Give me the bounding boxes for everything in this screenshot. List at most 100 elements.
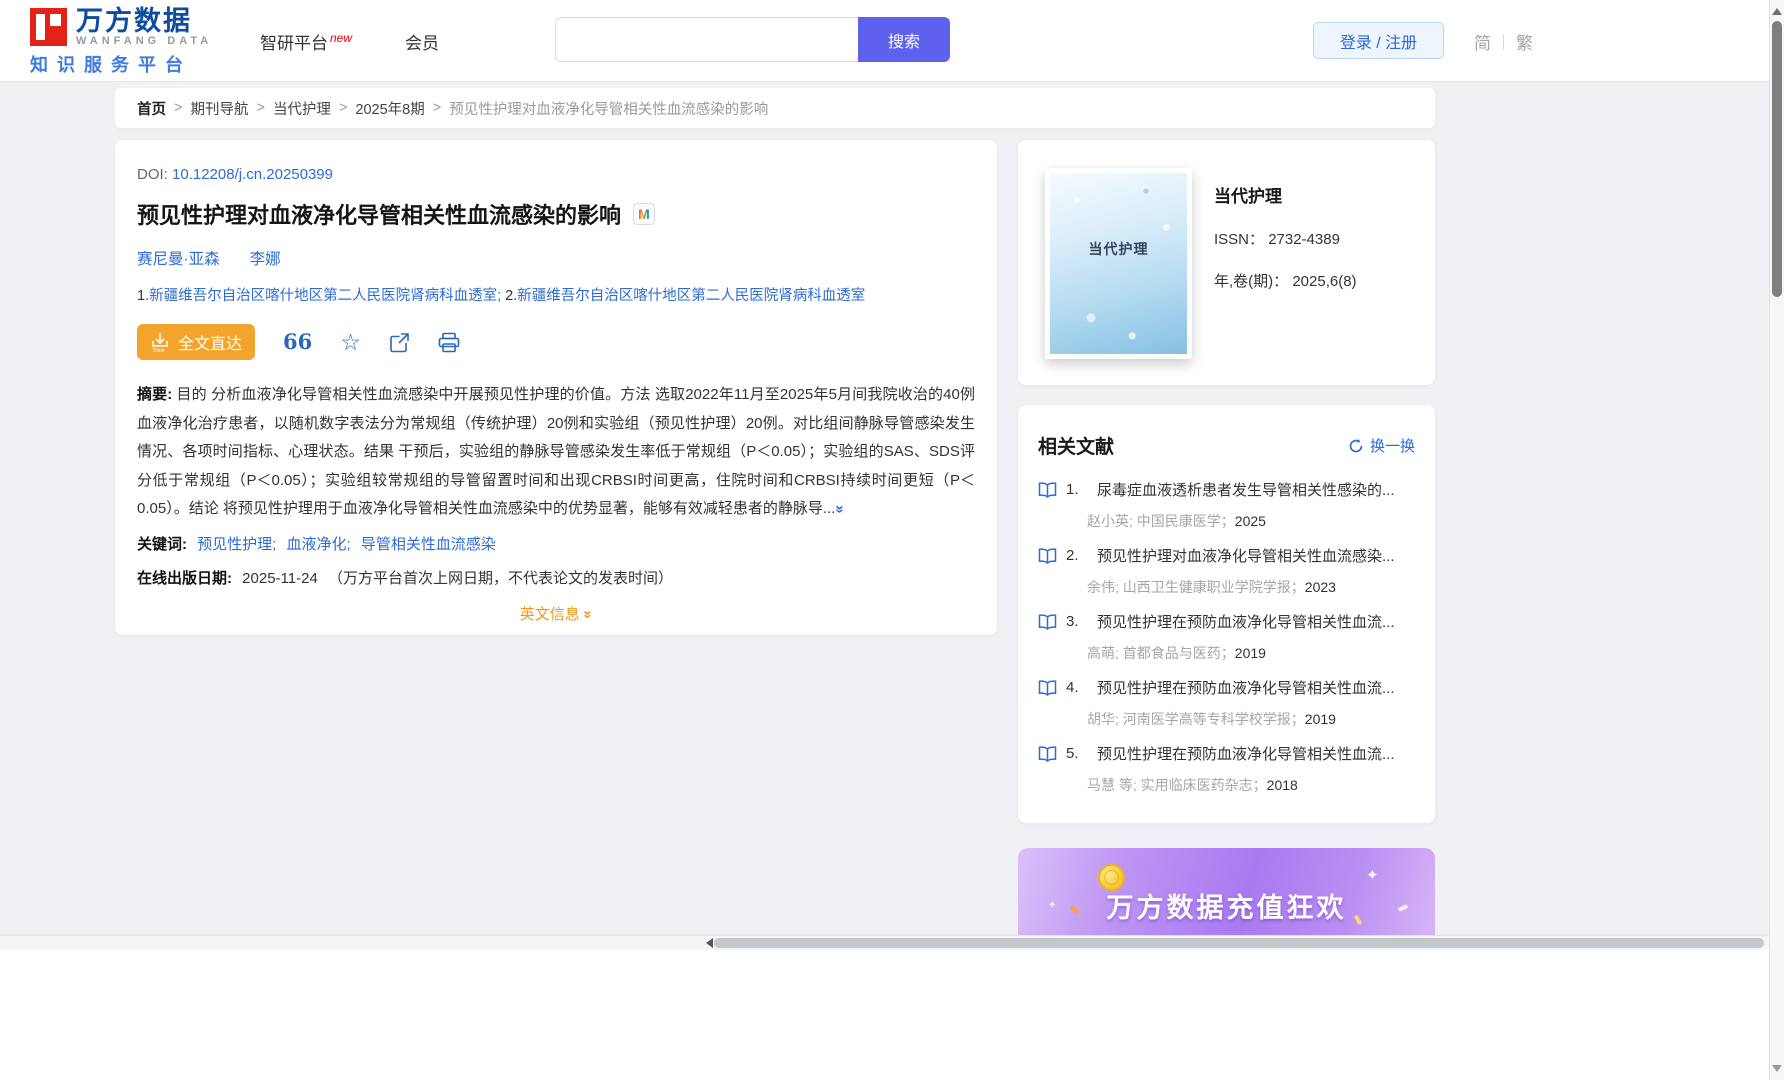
breadcrumb-separator: > — [432, 100, 442, 116]
related-item-number: 4. — [1066, 679, 1079, 696]
book-icon — [1038, 613, 1057, 630]
related-item-title: 预见性护理在预防血液净化导管相关性血流... — [1097, 680, 1395, 697]
doi-row: DOI: 10.12208/j.cn.20250399 — [137, 166, 975, 183]
fulltext-button[interactable]: free 全文直达 — [137, 324, 256, 360]
sparkle-icon: ✦ — [1366, 867, 1379, 884]
lang-simplified[interactable]: 简 — [1474, 29, 1491, 54]
scroll-left-arrow-icon[interactable] — [701, 938, 713, 948]
pubdate-note: （万方平台首次上网日期，不代表论文的发表时间） — [327, 569, 673, 587]
related-item: 4. 预见性护理在预防血液净化导管相关性血流... 胡华; 河南医学高等专科学校… — [1038, 677, 1415, 729]
author-link[interactable]: 李娜 — [250, 247, 281, 269]
keywords-label: 关键词: — [137, 535, 187, 553]
pubdate-label: 在线出版日期: — [137, 569, 232, 587]
journal-cover-image: 当代护理 — [1050, 173, 1187, 354]
journal-cover-title: 当代护理 — [1088, 241, 1149, 257]
related-item-meta: 赵小英; 中国民康医学；2025 — [1087, 511, 1415, 531]
related-item-source: 赵小英; 中国民康医学； — [1087, 513, 1235, 529]
related-item-year: 2019 — [1304, 711, 1336, 727]
english-info-toggle[interactable]: 英文信息 » — [137, 603, 975, 624]
affiliation-line: 1.新疆维吾尔自治区喀什地区第二人民医院肾病科血透室; 2.新疆维吾尔自治区喀什… — [137, 284, 975, 305]
book-icon — [1038, 679, 1057, 696]
search-box: 搜索 — [555, 17, 950, 62]
refresh-related-button[interactable]: 换一换 — [1348, 435, 1415, 456]
journal-name-link[interactable]: 当代护理 — [1214, 182, 1357, 207]
logo-tagline: 知识服务平台 — [30, 55, 192, 75]
search-input[interactable] — [555, 17, 858, 62]
journal-volume-row: 年,卷(期)： 2025,6(8) — [1214, 270, 1357, 291]
related-item-meta: 高萌; 首都食品与医药；2019 — [1087, 643, 1415, 663]
related-item-title: 尿毒症血液透析患者发生导管相关性感染的... — [1097, 482, 1395, 499]
related-item-number: 2. — [1066, 547, 1079, 564]
nav-item-zhiyan[interactable]: 智研平台 new — [260, 29, 352, 54]
related-item-title: 预见性护理在预防血液净化导管相关性血流... — [1097, 746, 1395, 763]
breadcrumb-separator: > — [256, 100, 265, 116]
lang-traditional[interactable]: 繁 — [1516, 29, 1533, 54]
horizontal-scrollbar-thumb[interactable] — [714, 938, 1764, 948]
related-item-year: 2023 — [1304, 579, 1336, 595]
nav-member-label: 会员 — [405, 34, 439, 53]
related-item-title-row[interactable]: 5. 预见性护理在预防血液净化导管相关性血流... — [1038, 743, 1415, 764]
cite-icon[interactable]: 66 — [283, 331, 312, 352]
journal-issn-row: ISSN： 2732-4389 — [1214, 228, 1357, 249]
scroll-down-arrow-icon[interactable] — [1772, 1065, 1782, 1077]
affiliation-link[interactable]: 新疆维吾尔自治区喀什地区第二人民医院肾病科血透室; — [149, 288, 501, 304]
related-item-year: 2025 — [1234, 513, 1266, 529]
nav-item-member[interactable]: 会员 — [405, 29, 439, 54]
related-item: 2. 预见性护理对血液净化导管相关性血流感染... 余伟; 山西卫生健康职业学院… — [1038, 545, 1415, 597]
m-badge-letter: M — [638, 206, 650, 222]
article-detail-card: DOI: 10.12208/j.cn.20250399 预见性护理对血液净化导管… — [115, 140, 997, 635]
header: 万方数据 WANFANG DATA 知识服务平台 智研平台 new 会员 搜索 登… — [0, 0, 1784, 82]
wanfang-logo-icon — [30, 8, 67, 46]
article-title-row: 预见性护理对血液净化导管相关性血流感染的影响 M — [137, 198, 975, 230]
expand-abstract-icon[interactable]: » — [825, 505, 854, 513]
refresh-icon — [1348, 438, 1364, 454]
journal-card: 当代护理 当代护理 ISSN： 2732-4389 年,卷(期)： 2025,6… — [1018, 140, 1435, 385]
related-item-source: 胡华; 河南医学高等专科学校学报； — [1087, 711, 1305, 727]
keyword-link[interactable]: 血液净化; — [287, 536, 351, 553]
related-list: 1. 尿毒症血液透析患者发生导管相关性感染的... 赵小英; 中国民康医学；20… — [1038, 479, 1415, 795]
favorite-star-icon[interactable]: ☆ — [340, 331, 361, 354]
promo-banner[interactable]: ✦ ✦ 万方数据充值狂欢 — [1018, 848, 1435, 935]
m-badge-icon[interactable]: M — [633, 203, 656, 225]
affiliation-index: 1. — [137, 288, 150, 304]
breadcrumb-separator: > — [174, 100, 183, 116]
window-bottom-area — [0, 950, 1784, 1080]
search-button[interactable]: 搜索 — [858, 17, 950, 62]
book-icon — [1038, 481, 1057, 498]
related-item-title-row[interactable]: 3. 预见性护理在预防血液净化导管相关性血流... — [1038, 611, 1415, 632]
new-badge: new — [330, 31, 353, 46]
author-link[interactable]: 赛尼曼·亚森 — [137, 247, 220, 269]
affiliation-link[interactable]: 新疆维吾尔自治区喀什地区第二人民医院肾病科血透室 — [517, 288, 865, 304]
lang-divider — [1503, 33, 1504, 50]
language-switch: 简 繁 — [1474, 29, 1533, 54]
horizontal-scrollbar[interactable] — [0, 935, 1784, 950]
vertical-scrollbar[interactable] — [1769, 0, 1784, 1080]
breadcrumb: 首页 > 期刊导航 > 当代护理 > 2025年8期 > 预见性护理对血液净化导… — [115, 88, 1435, 128]
breadcrumb-journal[interactable]: 当代护理 — [273, 98, 331, 119]
vertical-scrollbar-thumb[interactable] — [1772, 21, 1782, 297]
doi-link[interactable]: 10.12208/j.cn.20250399 — [172, 166, 333, 183]
related-item-title-row[interactable]: 1. 尿毒症血液透析患者发生导管相关性感染的... — [1038, 479, 1415, 500]
svg-text:free: free — [153, 347, 165, 353]
keyword-link[interactable]: 预见性护理; — [197, 536, 276, 553]
related-item-year: 2019 — [1234, 645, 1266, 661]
promo-banner-text: 万方数据充值狂欢 — [1106, 893, 1347, 923]
wanfang-logo[interactable]: 万方数据 WANFANG DATA 知识服务平台 — [30, 7, 212, 77]
pubdate-value: 2025-11-24 — [242, 569, 318, 587]
login-register-button[interactable]: 登录 / 注册 — [1313, 22, 1444, 59]
scroll-up-arrow-icon[interactable] — [1772, 3, 1782, 15]
print-icon[interactable] — [438, 332, 460, 353]
action-toolbar: free 全文直达 66 ☆ — [137, 324, 975, 360]
related-item-year: 2018 — [1266, 777, 1298, 793]
related-item-title-row[interactable]: 2. 预见性护理对血液净化导管相关性血流感染... — [1038, 545, 1415, 566]
related-item-meta: 马慧 等; 实用临床医药杂志；2018 — [1087, 775, 1415, 795]
keyword-link[interactable]: 导管相关性血流感染 — [361, 536, 496, 553]
abstract-paragraph: 摘要: 目的 分析血液净化导管相关性血流感染中开展预见性护理的价值。方法 选取20… — [137, 381, 975, 524]
breadcrumb-journal-nav[interactable]: 期刊导航 — [190, 98, 248, 119]
breadcrumb-issue[interactable]: 2025年8期 — [355, 98, 424, 119]
breadcrumb-home[interactable]: 首页 — [137, 98, 166, 119]
share-export-icon[interactable] — [389, 332, 410, 353]
related-item-title-row[interactable]: 4. 预见性护理在预防血液净化导管相关性血流... — [1038, 677, 1415, 698]
journal-cover[interactable]: 当代护理 — [1045, 168, 1192, 359]
logo-title: 万方数据 — [76, 6, 192, 36]
